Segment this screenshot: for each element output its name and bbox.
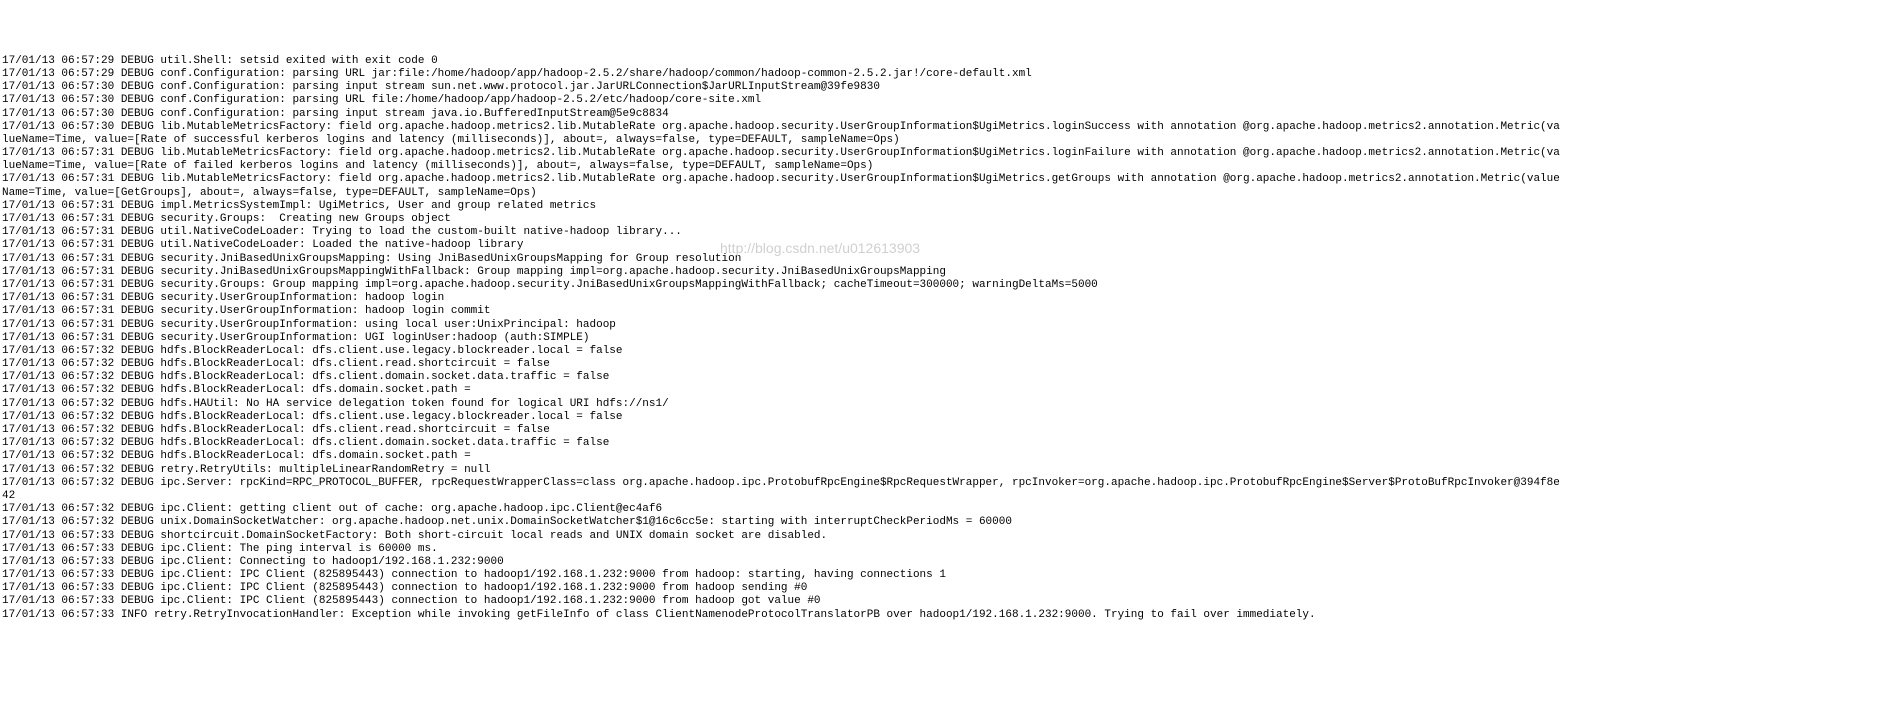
log-line: 17/01/13 06:57:31 DEBUG util.NativeCodeL… [2, 239, 1901, 252]
log-line: 17/01/13 06:57:31 DEBUG lib.MutableMetri… [2, 147, 1901, 160]
log-line: 17/01/13 06:57:29 DEBUG conf.Configurati… [2, 68, 1901, 81]
log-line: 17/01/13 06:57:30 DEBUG conf.Configurati… [2, 94, 1901, 107]
log-line: 42 [2, 490, 1901, 503]
log-line: 17/01/13 06:57:32 DEBUG hdfs.HAUtil: No … [2, 398, 1901, 411]
log-line: 17/01/13 06:57:31 DEBUG lib.MutableMetri… [2, 173, 1901, 186]
log-line: 17/01/13 06:57:32 DEBUG hdfs.BlockReader… [2, 424, 1901, 437]
log-line: 17/01/13 06:57:33 DEBUG ipc.Client: IPC … [2, 582, 1901, 595]
log-line: 17/01/13 06:57:32 DEBUG hdfs.BlockReader… [2, 384, 1901, 397]
log-line: 17/01/13 06:57:31 DEBUG util.NativeCodeL… [2, 226, 1901, 239]
log-line: 17/01/13 06:57:33 DEBUG ipc.Client: The … [2, 543, 1901, 556]
log-line: 17/01/13 06:57:29 DEBUG util.Shell: sets… [2, 55, 1901, 68]
log-line: 17/01/13 06:57:31 DEBUG security.UserGro… [2, 305, 1901, 318]
log-line: 17/01/13 06:57:32 DEBUG ipc.Server: rpcK… [2, 477, 1901, 490]
log-line: 17/01/13 06:57:31 DEBUG security.JniBase… [2, 253, 1901, 266]
log-line: Name=Time, value=[GetGroups], about=, al… [2, 187, 1901, 200]
log-line: 17/01/13 06:57:32 DEBUG hdfs.BlockReader… [2, 437, 1901, 450]
log-line: 17/01/13 06:57:33 DEBUG shortcircuit.Dom… [2, 530, 1901, 543]
log-line: 17/01/13 06:57:30 DEBUG lib.MutableMetri… [2, 121, 1901, 134]
log-line: lueName=Time, value=[Rate of failed kerb… [2, 160, 1901, 173]
log-line: 17/01/13 06:57:30 DEBUG conf.Configurati… [2, 108, 1901, 121]
log-line: 17/01/13 06:57:31 DEBUG impl.MetricsSyst… [2, 200, 1901, 213]
log-line: 17/01/13 06:57:33 INFO retry.RetryInvoca… [2, 609, 1901, 622]
log-line: 17/01/13 06:57:32 DEBUG hdfs.BlockReader… [2, 345, 1901, 358]
log-line: 17/01/13 06:57:32 DEBUG hdfs.BlockReader… [2, 450, 1901, 463]
log-line: lueName=Time, value=[Rate of successful … [2, 134, 1901, 147]
log-line: 17/01/13 06:57:31 DEBUG security.Groups:… [2, 279, 1901, 292]
log-line: 17/01/13 06:57:31 DEBUG security.UserGro… [2, 332, 1901, 345]
log-line: 17/01/13 06:57:32 DEBUG hdfs.BlockReader… [2, 358, 1901, 371]
log-line: 17/01/13 06:57:32 DEBUG retry.RetryUtils… [2, 464, 1901, 477]
log-output: 17/01/13 06:57:29 DEBUG util.Shell: sets… [0, 53, 1903, 624]
log-line: 17/01/13 06:57:32 DEBUG hdfs.BlockReader… [2, 371, 1901, 384]
log-line: 17/01/13 06:57:31 DEBUG security.JniBase… [2, 266, 1901, 279]
log-line: 17/01/13 06:57:31 DEBUG security.UserGro… [2, 319, 1901, 332]
log-line: 17/01/13 06:57:31 DEBUG security.UserGro… [2, 292, 1901, 305]
log-line: 17/01/13 06:57:33 DEBUG ipc.Client: IPC … [2, 569, 1901, 582]
log-line: 17/01/13 06:57:31 DEBUG security.Groups:… [2, 213, 1901, 226]
log-line: 17/01/13 06:57:32 DEBUG unix.DomainSocke… [2, 516, 1901, 529]
log-line: 17/01/13 06:57:30 DEBUG conf.Configurati… [2, 81, 1901, 94]
log-line: 17/01/13 06:57:32 DEBUG hdfs.BlockReader… [2, 411, 1901, 424]
log-line: 17/01/13 06:57:32 DEBUG ipc.Client: gett… [2, 503, 1901, 516]
log-line: 17/01/13 06:57:33 DEBUG ipc.Client: Conn… [2, 556, 1901, 569]
log-line: 17/01/13 06:57:33 DEBUG ipc.Client: IPC … [2, 595, 1901, 608]
